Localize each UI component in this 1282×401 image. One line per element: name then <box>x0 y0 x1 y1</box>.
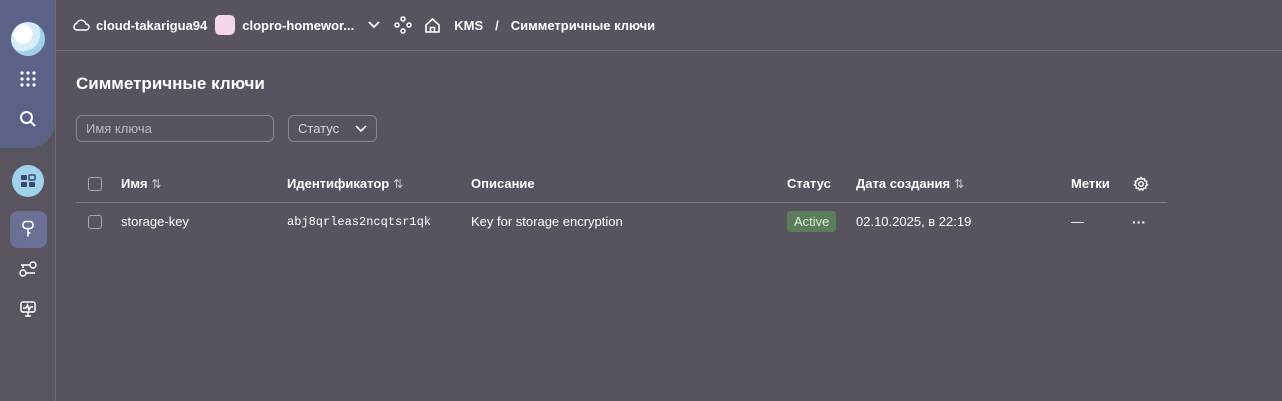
chevron-down-icon <box>355 122 367 137</box>
folder-icon <box>215 15 236 35</box>
table-row[interactable]: storage-key abj8qrleas2ncqtsr1qk Key for… <box>76 203 1167 240</box>
breadcrumb-current-page: Симметричные ключи <box>510 17 656 33</box>
table-settings-gear-icon[interactable] <box>1133 165 1149 202</box>
status-filter-label: Статус <box>298 121 340 136</box>
cloud-name: cloud-takarigua94 <box>96 17 208 33</box>
row-actions-menu-icon[interactable]: ··· <box>1132 203 1146 240</box>
sort-icon: ⇅ <box>151 176 162 191</box>
cloud-logo[interactable] <box>11 22 45 56</box>
column-header-id[interactable]: Идентификатор ⇅ <box>287 165 403 202</box>
monitoring-icon[interactable] <box>13 294 43 324</box>
key-icon[interactable] <box>13 214 43 244</box>
keys-table: Имя ⇅ Идентификатор ⇅ Описание Статус Да… <box>76 165 1167 240</box>
breadcrumb-separator: / <box>495 17 499 33</box>
column-header-status: Статус <box>787 176 831 191</box>
folder-name: clopro-homewor... <box>242 17 355 33</box>
status-badge: Active <box>787 211 837 232</box>
key-description: Key for storage encryption <box>471 214 623 229</box>
breadcrumb-service-kms[interactable]: KMS <box>454 18 483 33</box>
row-checkbox[interactable] <box>88 203 102 240</box>
key-id: abj8qrleas2ncqtsr1qk <box>287 214 432 229</box>
status-cell: Active <box>787 203 837 240</box>
page-title: Симметричные ключи <box>76 74 265 93</box>
key-name-search-input[interactable] <box>76 115 274 142</box>
select-all-checkbox[interactable] <box>88 165 102 202</box>
asymmetric-keys-icon[interactable] <box>13 254 43 284</box>
table-header-row: Имя ⇅ Идентификатор ⇅ Описание Статус Да… <box>76 165 1167 203</box>
sidebar <box>0 0 56 401</box>
cloud-icon <box>72 18 90 32</box>
search-icon[interactable] <box>13 104 43 134</box>
status-filter-select[interactable]: Статус <box>288 115 377 142</box>
column-header-name[interactable]: Имя ⇅ <box>121 165 162 202</box>
sort-icon: ⇅ <box>393 176 404 191</box>
breadcrumb: cloud-takarigua94 clopro-homewor... KMS … <box>56 0 1282 51</box>
breadcrumb-cloud[interactable]: cloud-takarigua94 <box>72 18 207 33</box>
labels-empty: — <box>1071 214 1084 229</box>
column-header-labels: Метки <box>1071 176 1110 191</box>
kms-service-icon[interactable] <box>12 165 44 197</box>
created-date: 02.10.2025, в 22:19 <box>856 214 972 229</box>
column-header-description: Описание <box>471 176 535 191</box>
apps-grid-icon[interactable] <box>13 64 43 94</box>
column-header-created[interactable]: Дата создания ⇅ <box>856 165 964 202</box>
breadcrumb-folder[interactable]: clopro-homewor... <box>215 15 354 35</box>
folder-dropdown-chevron-down-icon[interactable] <box>368 21 380 29</box>
home-icon[interactable] <box>424 17 441 34</box>
sort-icon: ⇅ <box>954 176 965 191</box>
key-name-link[interactable]: storage-key <box>121 203 189 240</box>
services-hub-icon[interactable] <box>394 16 412 34</box>
